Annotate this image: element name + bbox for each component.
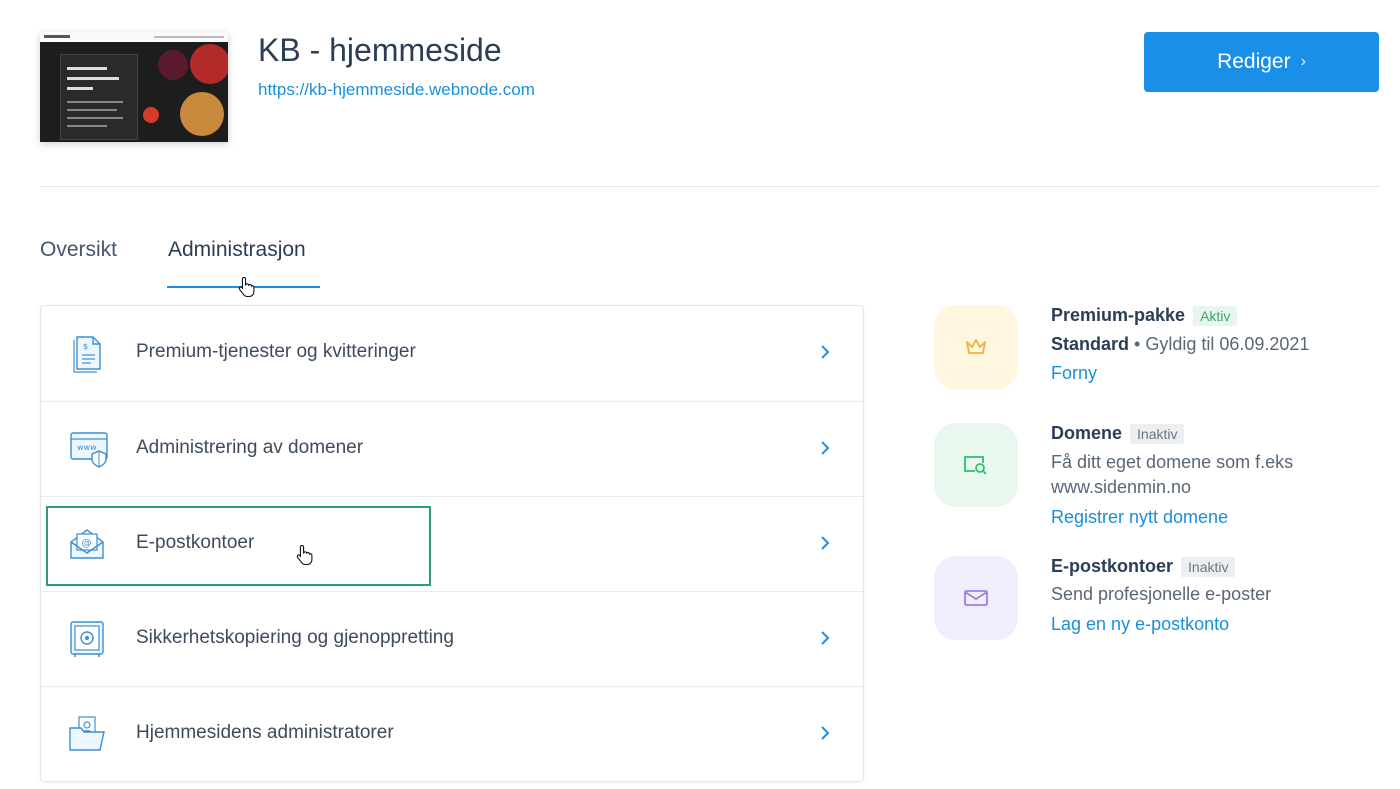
thumbnail-fruit [143,107,159,123]
menu-item-premium-services[interactable]: $ Premium-tjenester og kvitteringer [41,306,863,401]
header-divider [40,186,1380,187]
receipt-icon: $ [73,336,101,373]
menu-item-label: Hjemmesidens administratorer [136,722,394,743]
chevron-right-icon [821,441,830,455]
thumbnail-panel [60,54,138,140]
svg-text:$: $ [83,342,88,351]
premium-validity: Gyldig til 06.09.2021 [1145,334,1310,354]
thumbnail-fruit [190,44,228,84]
domain-description-1: Få ditt eget domene som f.eks [1051,452,1294,472]
thumbnail-bagel [180,92,224,136]
crown-icon [966,339,986,354]
site-thumbnail[interactable] [40,32,228,142]
premium-title: Premium-pakke Aktiv [1051,305,1238,326]
menu-item-label: Premium-tjenester og kvitteringer [136,341,416,362]
status-premium: Premium-pakke Aktiv Standard • Gyldig ti… [934,305,1394,395]
www-shield-icon: www [70,432,108,468]
thumbnail-fruit [158,50,188,80]
register-domain-link[interactable]: Registrer nytt domene [1051,507,1228,528]
edit-button[interactable]: Rediger › [1144,32,1379,92]
premium-icon-tile [934,305,1018,389]
menu-item-domains[interactable]: www Administrering av domener [41,401,863,497]
highlight-box [46,506,431,586]
renew-link[interactable]: Forny [1051,363,1097,384]
premium-plan-line: Standard • Gyldig til 06.09.2021 [1051,334,1309,355]
thumbnail-topbar [40,32,228,42]
premium-plan: Standard [1051,334,1130,354]
status-badge: Aktiv [1193,305,1238,326]
safe-icon [70,621,104,657]
mail-icon [964,590,988,606]
tab-oversikt[interactable]: Oversikt [40,238,117,262]
hand-cursor-icon [296,544,313,566]
svg-text:www: www [77,443,97,452]
create-email-link[interactable]: Lag en ny e-postkonto [1051,614,1229,635]
chevron-right-icon [821,631,830,645]
status-badge: Inaktiv [1181,556,1236,577]
menu-item-label: Administrering av domener [136,437,364,458]
edit-button-label: Rediger [1217,50,1291,73]
chevron-right-icon: › [1300,53,1306,70]
premium-title-text: Premium-pakke [1051,305,1186,325]
site-title: KB - hjemmeside [258,32,502,68]
status-email: E-postkontoer Inaktiv Send profesjonelle… [934,556,1394,646]
admin-folder-icon [69,716,105,751]
email-icon-tile [934,556,1018,640]
domain-search-icon [964,456,987,475]
menu-item-administrators[interactable]: Hjemmesidens administratorer [41,686,863,782]
domain-icon-tile [934,423,1018,507]
domain-description-2: www.sidenmin.no [1051,477,1192,497]
email-description: Send profesjonelle e-poster [1051,584,1272,604]
email-title: E-postkontoer Inaktiv [1051,556,1236,577]
hand-cursor-icon [238,276,255,298]
menu-item-backup[interactable]: Sikkerhetskopiering og gjenoppretting [41,591,863,687]
status-domain: Domene Inaktiv Få ditt eget domene som f… [934,423,1394,533]
status-badge: Inaktiv [1130,423,1185,444]
chevron-right-icon [821,726,830,740]
chevron-right-icon [821,536,830,550]
tab-administrasjon[interactable]: Administrasjon [168,238,306,262]
domain-title-text: Domene [1051,423,1123,443]
chevron-right-icon [821,345,830,359]
separator: • [1129,334,1146,354]
domain-title: Domene Inaktiv [1051,423,1185,444]
site-url-link[interactable]: https://kb-hjemmeside.webnode.com [258,80,535,100]
email-title-text: E-postkontoer [1051,556,1174,576]
menu-item-label: Sikkerhetskopiering og gjenoppretting [136,627,454,648]
